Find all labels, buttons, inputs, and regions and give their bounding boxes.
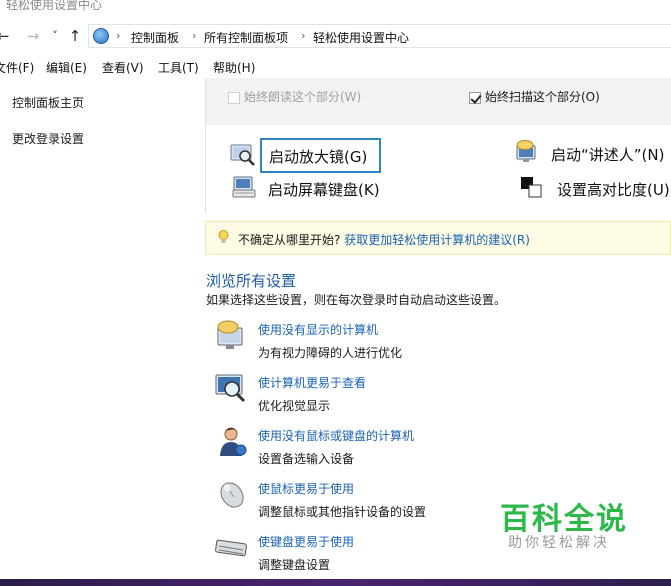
watermark-slogan: 助你轻松解决 [508,535,610,551]
forward-arrow-icon[interactable]: → [24,27,42,45]
narrator-icon [515,140,541,164]
desktop-background-strip [0,579,671,586]
title-bar: 轻松使用设置中心 [0,0,671,22]
control-panel-icon [93,28,109,44]
breadcrumb-ease-of-access[interactable]: 轻松使用设置中心 [313,29,409,46]
breadcrumb-control-panel[interactable]: 控制面板 [131,29,179,46]
menu-view[interactable]: 查看(V) [102,59,144,76]
setting-link-mouse-easier[interactable]: 使鼠标更易于使用 [258,480,354,497]
setting-link-easier-to-see[interactable]: 使计算机更易于查看 [258,374,366,391]
mouse-icon [214,477,248,511]
breadcrumb-separator[interactable]: › [192,29,196,42]
keyboard-icon [214,532,248,566]
always-scan-checkbox[interactable] [469,92,481,104]
always-scan-label: 始终扫描这个部分(O) [485,90,600,104]
sidebar-item-control-panel-home[interactable]: 控制面板主页 [12,94,84,111]
tip-text: 不确定从哪里开始? 获取更加轻松使用计算机的建议(R) [238,231,530,248]
sidebar: 控制面板主页 更改登录设置 [0,78,205,586]
tip-question: 不确定从哪里开始? [238,233,341,247]
sidebar-item-change-logon-settings[interactable]: 更改登录设置 [12,130,84,147]
setting-desc-easier-to-see: 优化视觉显示 [258,399,331,413]
monitor-speech-icon [214,318,248,352]
menu-edit[interactable]: 编辑(E) [46,59,87,76]
setting-link-keyboard-easier[interactable]: 使键盘更易于使用 [258,533,354,550]
window-title: 轻松使用设置中心 [6,0,103,12]
up-arrow-icon[interactable]: ↑ [66,27,84,45]
setting-desc-no-mouse-keyboard: 设置备选输入设备 [258,452,355,466]
set-high-contrast-button[interactable]: 设置高对比度(U) [557,179,670,200]
setting-desc-mouse-easier: 调整鼠标或其他指针设备的设置 [258,505,427,519]
magnify-monitor-icon [214,371,248,405]
back-arrow-icon[interactable]: ← [0,27,12,45]
menu-tools[interactable]: 工具(T) [158,59,199,76]
lightbulb-icon [218,230,229,245]
section-title: 浏览所有设置 [206,272,297,290]
magnifier-icon [230,143,256,167]
tip-bar: 不确定从哪里开始? 获取更加轻松使用计算机的建议(R) [205,221,671,255]
setting-desc-keyboard-easier: 调整键盘设置 [258,558,331,572]
section-subtitle: 如果选择这些设置，则在每次登录时自动启动这些设置。 [206,293,507,307]
always-read-checkbox[interactable] [228,92,240,104]
person-icon [214,424,248,458]
recent-locations-chevron-icon[interactable]: ˅ [46,27,64,45]
tip-suggestions-link[interactable]: 获取更加轻松使用计算机的建议(R) [344,233,530,247]
breadcrumb-separator[interactable]: › [301,29,305,42]
breadcrumb-separator[interactable]: › [116,29,120,42]
menu-bar: 文件(F) 编辑(E) 查看(V) 工具(T) 帮助(H) [0,56,671,78]
setting-link-no-mouse-keyboard[interactable]: 使用没有鼠标或键盘的计算机 [258,427,414,444]
setting-desc-no-display: 为有视力障碍的人进行优化 [258,346,403,360]
breadcrumb-all-items[interactable]: 所有控制面板项 [204,29,288,46]
address-row: ← → ˅ ↑ › 控制面板 › 所有控制面板项 › 轻松使用设置中心 [0,22,671,52]
on-screen-keyboard-icon [232,175,258,199]
setting-link-no-display[interactable]: 使用没有显示的计算机 [258,321,378,338]
high-contrast-icon [520,176,546,200]
start-magnifier-button[interactable]: 启动放大镜(G) [269,146,367,167]
always-read-label: 始终朗读这个部分(W) [244,90,362,104]
menu-help[interactable]: 帮助(H) [213,59,255,76]
start-on-screen-keyboard-button[interactable]: 启动屏幕键盘(K) [268,179,380,200]
address-bar[interactable]: › 控制面板 › 所有控制面板项 › 轻松使用设置中心 [88,24,671,48]
start-narrator-button[interactable]: 启动“讲述人”(N) [551,144,664,165]
menu-file[interactable]: 文件(F) [0,59,34,76]
